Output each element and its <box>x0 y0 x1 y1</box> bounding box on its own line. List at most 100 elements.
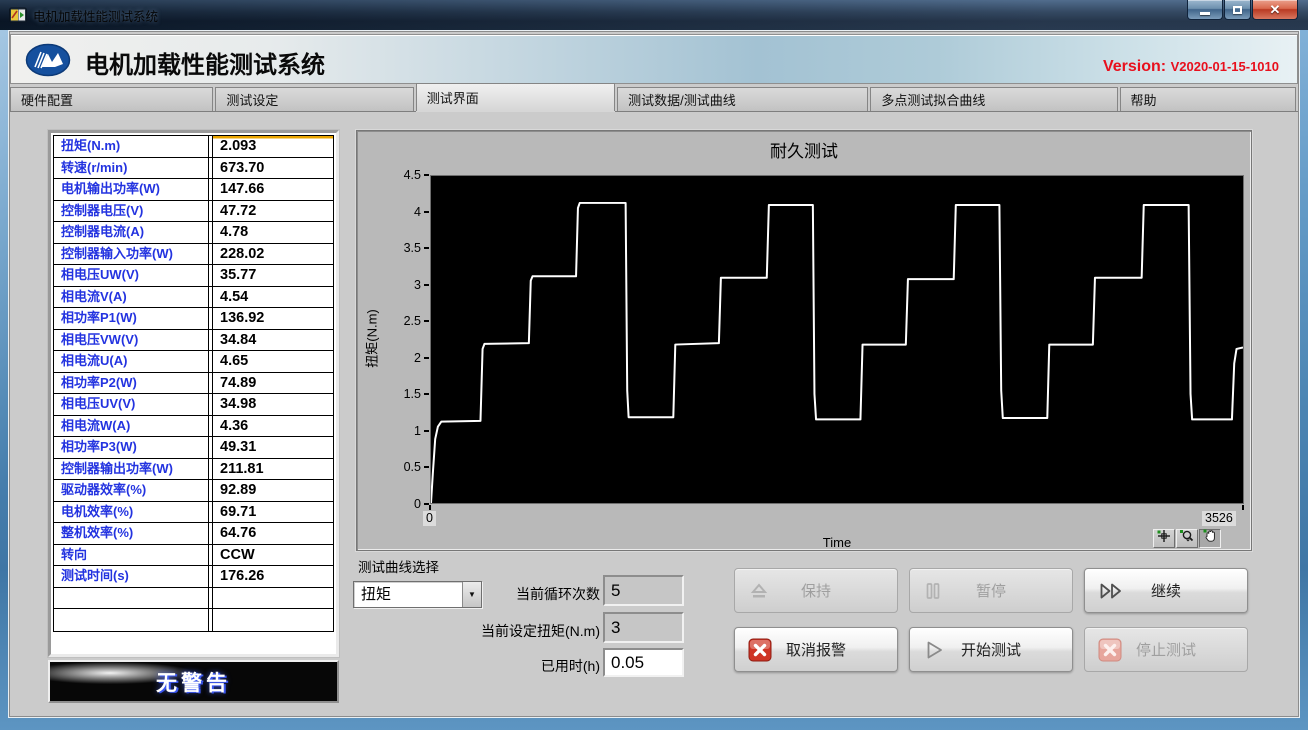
table-row: 相电流W(A)4.36 <box>54 416 333 438</box>
row-value[interactable]: 34.98 <box>213 394 333 415</box>
row-value[interactable]: 92.89 <box>213 480 333 501</box>
tab-test-settings[interactable]: 测试设定 <box>215 87 413 111</box>
row-value[interactable]: 2.093 <box>213 136 333 157</box>
row-value[interactable]: 228.02 <box>213 244 333 265</box>
resume-button[interactable]: 继续 <box>1084 568 1248 613</box>
alarm-text: 无警告 <box>156 667 231 697</box>
row-value[interactable]: 35.77 <box>213 265 333 286</box>
tab-hardware-config[interactable]: 硬件配置 <box>10 87 213 111</box>
zoom-tool-button[interactable] <box>1176 529 1198 548</box>
tab-label: 硬件配置 <box>21 90 73 109</box>
measurement-table[interactable]: 扭矩(N.m)2.093转速(r/min)673.70电机输出功率(W)147.… <box>48 130 339 657</box>
row-value[interactable]: 74.89 <box>213 373 333 394</box>
row-label: 相电流W(A) <box>54 416 209 437</box>
cursor-tool-button[interactable] <box>1153 529 1175 548</box>
button-label: 继续 <box>1151 580 1181 601</box>
row-value[interactable]: 4.36 <box>213 416 333 437</box>
tab-help[interactable]: 帮助 <box>1120 87 1296 111</box>
set-torque-value: 3 <box>611 618 620 638</box>
close-button[interactable]: ✕ <box>1252 0 1298 20</box>
table-row: 测试时间(s)176.26 <box>54 566 333 588</box>
stop-test-icon <box>1098 638 1122 662</box>
row-value[interactable]: 34.84 <box>213 330 333 351</box>
curve-select-label: 测试曲线选择 <box>358 556 439 576</box>
row-value[interactable]: 69.71 <box>213 502 333 523</box>
row-label: 控制器电流(A) <box>54 222 209 243</box>
maximize-button[interactable] <box>1224 0 1251 20</box>
row-value[interactable]: 4.78 <box>213 222 333 243</box>
table-row: 相功率P1(W)136.92 <box>54 308 333 330</box>
row-value[interactable]: 4.65 <box>213 351 333 372</box>
y-tick-label: 4 <box>357 204 421 220</box>
row-label: 整机效率(%) <box>54 523 209 544</box>
start-test-button[interactable]: 开始测试 <box>909 627 1073 672</box>
graph-palette <box>1152 529 1221 548</box>
hold-eject-icon <box>748 581 770 601</box>
row-label: 测试时间(s) <box>54 566 209 587</box>
tab-test-interface[interactable]: 测试界面 <box>416 83 615 111</box>
row-value[interactable]: 673.70 <box>213 158 333 179</box>
table-row: 驱动器效率(%)92.89 <box>54 480 333 502</box>
plot-area[interactable] <box>430 175 1244 504</box>
table-row: 相电流V(A)4.54 <box>54 287 333 309</box>
pan-tool-button[interactable] <box>1199 529 1221 548</box>
tab-label: 测试数据/测试曲线 <box>628 90 736 109</box>
row-value[interactable]: 47.72 <box>213 201 333 222</box>
row-label: 控制器输入功率(W) <box>54 244 209 265</box>
y-tick-label: 3 <box>357 277 421 293</box>
y-tick-mark <box>424 174 429 176</box>
tab-test-data-curves[interactable]: 测试数据/测试曲线 <box>617 87 868 111</box>
x-tick-min: 0 <box>423 511 436 526</box>
window-titlebar[interactable]: 电机加载性能测试系统 ✕ <box>0 0 1308 30</box>
desktop-frame: 电机加载性能测试系统 ✕ 电机加载性能测试系统 Version: V2020-0… <box>0 0 1308 730</box>
field-label-elapsed-hours: 已用时(h) <box>430 656 600 676</box>
tab-multipoint-fit[interactable]: 多点测试拟合曲线 <box>870 87 1117 111</box>
row-value[interactable]: 64.76 <box>213 523 333 544</box>
tab-label: 多点测试拟合曲线 <box>881 90 985 109</box>
row-value[interactable]: 176.26 <box>213 566 333 587</box>
hand-icon <box>1203 529 1218 548</box>
field-value-cycle-count: 5 <box>603 575 684 606</box>
y-tick-label: 1.5 <box>357 386 421 402</box>
window-title: 电机加载性能测试系统 <box>33 6 158 25</box>
tab-label: 测试界面 <box>427 88 479 107</box>
row-value[interactable]: CCW <box>213 545 333 566</box>
y-tick-mark <box>424 430 429 432</box>
crosshair-icon <box>1156 529 1172 548</box>
button-label: 停止测试 <box>1136 639 1196 660</box>
cancel-alarm-icon <box>748 638 772 662</box>
cancel-alarm-button[interactable]: 取消报警 <box>734 627 898 672</box>
row-value[interactable]: 4.54 <box>213 287 333 308</box>
row-value[interactable]: 136.92 <box>213 308 333 329</box>
row-value[interactable]: 211.81 <box>213 459 333 480</box>
field-label-cycle-count: 当前循环次数 <box>430 584 600 604</box>
page-title: 电机加载性能测试系统 <box>85 45 325 80</box>
resume-icon <box>1098 581 1125 601</box>
close-icon: ✕ <box>1270 3 1281 16</box>
tab-label: 帮助 <box>1131 90 1157 109</box>
row-label: 驱动器效率(%) <box>54 480 209 501</box>
hold-button: 保持 <box>734 568 898 613</box>
y-tick-label: 3.5 <box>357 240 421 256</box>
row-label: 相电流V(A) <box>54 287 209 308</box>
minimize-button[interactable] <box>1187 0 1223 20</box>
row-value[interactable] <box>213 609 333 631</box>
row-label: 控制器电压(V) <box>54 201 209 222</box>
app-icon <box>9 7 27 23</box>
row-label: 相电压UV(V) <box>54 394 209 415</box>
row-value[interactable] <box>213 588 333 609</box>
version-text: Version: V2020-01-15-1010 <box>1103 58 1279 76</box>
start-test-icon <box>923 639 945 661</box>
row-value[interactable]: 147.66 <box>213 179 333 200</box>
field-value-elapsed-hours: 0.05 <box>603 648 684 677</box>
row-label: 相功率P1(W) <box>54 308 209 329</box>
button-label: 取消报警 <box>786 639 846 660</box>
row-value[interactable]: 49.31 <box>213 437 333 458</box>
row-label: 电机输出功率(W) <box>54 179 209 200</box>
chart-panel: 耐久测试 扭矩(N.m) 4.543.532.521.510.50 0 3526… <box>356 130 1252 551</box>
company-logo-icon <box>25 42 71 83</box>
version-value: V2020-01-15-1010 <box>1171 59 1279 74</box>
button-label: 暂停 <box>976 580 1006 601</box>
minimize-icon <box>1200 12 1210 15</box>
y-tick-mark <box>424 357 429 359</box>
